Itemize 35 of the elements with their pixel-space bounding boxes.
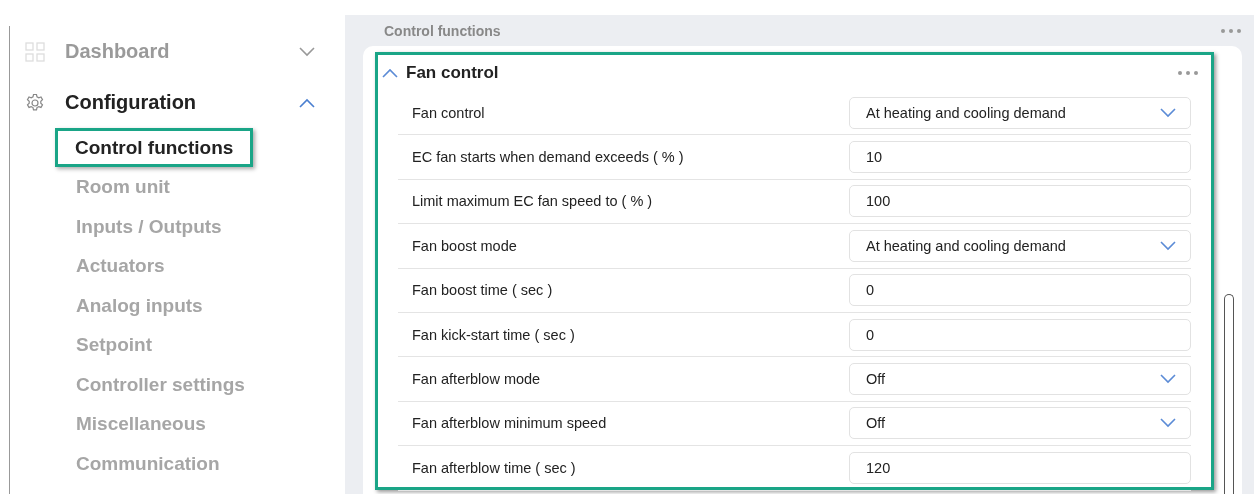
collapse-icon bbox=[382, 68, 398, 78]
settings-icon bbox=[25, 92, 45, 113]
chevron-down-icon bbox=[1160, 418, 1176, 429]
chevron-down-icon bbox=[1160, 374, 1176, 385]
chevron-down-icon bbox=[1160, 240, 1176, 251]
number-field[interactable]: 100 bbox=[849, 185, 1191, 218]
nav-item[interactable]: Control functions bbox=[55, 128, 254, 167]
nav-section-label: Configuration bbox=[65, 91, 198, 114]
setting-label: Fan kick-start time ( sec ) bbox=[412, 326, 575, 343]
more-icon[interactable] bbox=[1220, 27, 1242, 34]
chevron-icon bbox=[299, 97, 315, 108]
number-field[interactable]: 10 bbox=[849, 141, 1191, 174]
chevron-icon bbox=[299, 46, 315, 57]
more-icon[interactable] bbox=[1177, 70, 1199, 76]
section-header: Control functions bbox=[384, 22, 501, 39]
dropdown[interactable]: At heating and cooling demand bbox=[849, 96, 1191, 129]
dropdown[interactable]: At heating and cooling demand bbox=[849, 229, 1191, 262]
dropdown[interactable]: Off bbox=[849, 363, 1191, 396]
dropdown[interactable]: Off bbox=[849, 407, 1191, 440]
setting-label: Fan boost time ( sec ) bbox=[412, 282, 553, 299]
setting-label: Fan afterblow minimum speed bbox=[412, 415, 607, 432]
setting-label: Fan afterblow mode bbox=[412, 371, 541, 388]
number-field[interactable]: 120 bbox=[849, 451, 1191, 484]
setting-label: Fan afterblow time ( sec ) bbox=[412, 459, 576, 476]
setting-label: Limit maximum EC fan speed to ( % ) bbox=[412, 193, 653, 210]
grid-icon bbox=[25, 41, 45, 62]
panel-title: Fan control bbox=[406, 63, 500, 83]
number-field[interactable]: 0 bbox=[849, 318, 1191, 351]
setting-label: EC fan starts when demand exceeds ( % ) bbox=[412, 149, 684, 166]
number-field[interactable]: 0 bbox=[849, 274, 1191, 307]
setting-label: Fan boost mode bbox=[412, 237, 517, 254]
setting-label: Fan control bbox=[412, 104, 485, 121]
nav-section-label: Dashboard bbox=[65, 40, 171, 63]
nav-section[interactable]: Configuration bbox=[25, 77, 315, 128]
chevron-down-icon bbox=[1160, 107, 1176, 118]
